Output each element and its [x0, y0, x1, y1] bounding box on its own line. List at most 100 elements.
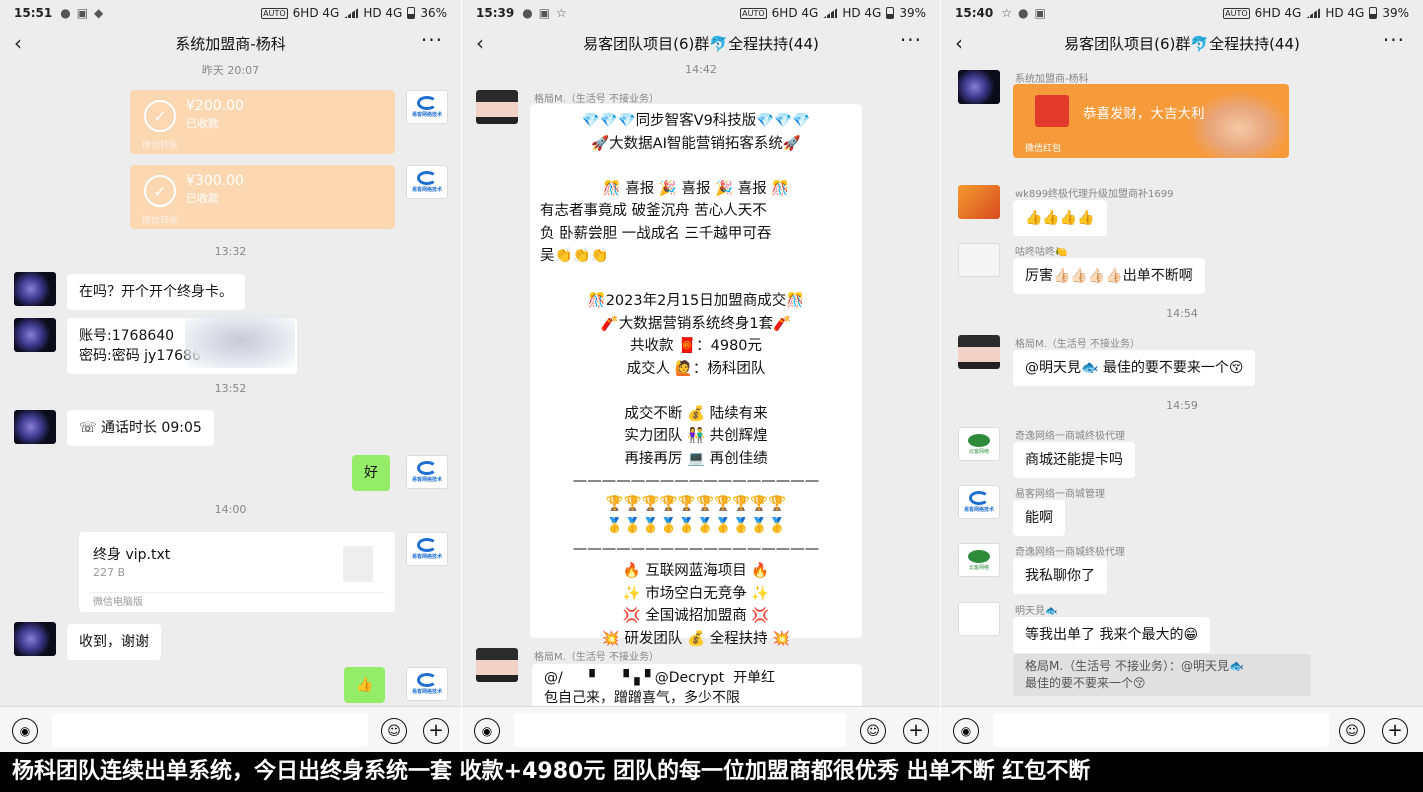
sender-name: wk899终极代理升级加盟商补1699 [1015, 189, 1174, 200]
screenshot-collage: 15:51 ● ▣ ◆ AUTO 6HD 4G HD 4G 36% ‹ 系统加盟… [0, 0, 1423, 792]
red-packet[interactable]: 恭喜发财，大吉大利 微信红包 [1013, 84, 1289, 158]
status-time: 15:39 [476, 6, 515, 20]
logo-icon [417, 673, 437, 687]
emoji-icon[interactable]: ☺ [1339, 718, 1365, 744]
post-line: 🥇🥇🥇🥇🥇🥇🥇🥇🥇🥇 [605, 518, 787, 534]
message-bubble[interactable]: 好 [352, 455, 390, 491]
caption-banner: 杨科团队连续出单系统，今日出终身系统一套 收款+4980元 团队的每一位加盟商都… [0, 752, 1423, 792]
avatar[interactable]: 云客网络 [958, 543, 1000, 577]
timestamp: 14:42 [685, 63, 717, 76]
avatar[interactable]: 易客网络技术 [406, 532, 448, 566]
status-bar: 15:51 ● ▣ ◆ AUTO 6HD 4G HD 4G 36% [0, 0, 461, 26]
sender-name: 奇逸网络一商城终极代理 [1015, 547, 1125, 558]
file-message[interactable]: 终身 vip.txt 227 B 微信电脑版 [79, 532, 395, 612]
emoji-icon[interactable]: ☺ [381, 718, 407, 744]
wechat-icon: ● [1017, 6, 1029, 20]
network-label: 6HD 4G [1254, 6, 1302, 20]
avatar[interactable] [14, 272, 56, 306]
post-line: ————————————————— [572, 473, 820, 489]
post-line: 💢 全国诚招加盟商 💢 [622, 608, 770, 624]
plus-icon[interactable]: + [1382, 718, 1408, 744]
more-icon[interactable]: ··· [900, 28, 922, 52]
back-icon[interactable]: ‹ [955, 31, 963, 55]
avatar[interactable] [14, 318, 56, 352]
logo-icon [417, 538, 437, 552]
more-icon[interactable]: ··· [1383, 28, 1405, 52]
avatar[interactable]: 易客网络技术 [406, 90, 448, 124]
message-icon: ▣ [1034, 6, 1046, 20]
logo-icon [417, 96, 437, 110]
avatar[interactable]: 易客网络技术 [406, 667, 448, 701]
network-label-2: HD 4G [1325, 6, 1365, 20]
back-icon[interactable]: ‹ [14, 31, 22, 55]
back-icon[interactable]: ‹ [476, 31, 484, 55]
voice-icon[interactable]: ◉ [12, 718, 38, 744]
message-bubble[interactable]: @/ ▘ ▝▗▝ @Decrypt 开单红 包自己来，蹭蹭喜气，多少不限 [532, 664, 862, 712]
avatar[interactable] [958, 335, 1000, 369]
avatar[interactable] [14, 622, 56, 656]
transfer-card[interactable]: ✓ ¥200.00 已收款 微信转账 [130, 90, 395, 154]
quoted-reply[interactable]: 格局M.（生活号 不接业务）：@明天見🐟 最佳的要不要来一个😚 [1013, 654, 1311, 696]
sender-name: 明天見🐟 [1015, 606, 1058, 617]
network-label: 6HD 4G [771, 6, 819, 20]
chat-title-bar: ‹ 系统加盟商-杨科 ··· [0, 26, 461, 60]
chat-title: 易客团队项目(6)群🐬全程扶持(44) [583, 34, 819, 53]
input-bar: ◉ ☺ + [0, 706, 461, 752]
avatar[interactable] [958, 185, 1000, 219]
message-bubble[interactable]: 我私聊你了 [1013, 558, 1107, 594]
avatar[interactable]: 易客网络技术 [958, 485, 1000, 519]
avatar[interactable] [958, 243, 1000, 277]
avatar[interactable]: 云客网络 [958, 427, 1000, 461]
call-bubble[interactable]: ☏ 通话时长 09:05 [67, 410, 214, 446]
post-line: 🔥 互联网蓝海项目 🔥 [622, 563, 770, 579]
timestamp: 13:52 [214, 382, 247, 395]
transfer-card[interactable]: ✓ ¥300.00 已收款 微信转账 [130, 165, 395, 229]
avatar[interactable]: 易客网络技术 [406, 165, 448, 199]
message-bubble[interactable]: @明天見🐟 最佳的要不要来一个😚 [1013, 350, 1256, 386]
avatar[interactable] [958, 70, 1000, 104]
signal-icon [823, 8, 838, 18]
avatar[interactable]: 易客网络技术 [406, 455, 448, 489]
avatar[interactable] [476, 90, 518, 124]
red-packet-label: 微信红包 [1025, 144, 1062, 154]
timestamp: 14:00 [214, 503, 247, 516]
more-icon[interactable]: ··· [421, 28, 443, 52]
status-bar: 15:40 ☆ ● ▣ AUTO 6HD 4G HD 4G 39% [941, 0, 1423, 26]
message-bubble[interactable]: 能啊 [1013, 500, 1065, 536]
message-bubble[interactable]: 👍👍👍👍 [1013, 200, 1107, 236]
auto-icon: AUTO [261, 7, 288, 19]
message-bubble[interactable]: 等我出单了 我来个最大的😁 [1013, 617, 1211, 653]
battery-level: 39% [1382, 6, 1409, 20]
message-input[interactable] [52, 713, 368, 747]
plus-icon[interactable]: + [903, 718, 929, 744]
voice-icon[interactable]: ◉ [474, 718, 500, 744]
avatar[interactable] [958, 602, 1000, 636]
post-line: 实力团队 👫 共创辉煌 [624, 428, 768, 444]
message-bubble[interactable]: 商城还能提卡吗 [1013, 442, 1135, 478]
star-icon: ☆ [556, 6, 567, 20]
message-bubble[interactable]: 在吗？开个开个终身卡。 [67, 274, 245, 310]
announcement-post[interactable]: 💎💎💎同步智客V9科技版💎💎💎 🚀大数据AI智能营销拓客系统🚀 🎊 喜报 🎉 喜… [530, 104, 862, 647]
avatar[interactable] [14, 410, 56, 444]
post-line: 💎💎💎同步智客V9科技版💎💎💎 [581, 113, 811, 129]
timestamp: 13:32 [214, 245, 247, 258]
check-circle-icon: ✓ [144, 100, 176, 132]
file-source: 微信电脑版 [93, 597, 143, 608]
message-input[interactable] [993, 713, 1329, 747]
emoji-icon[interactable]: ☺ [860, 718, 886, 744]
battery-level: 39% [899, 6, 926, 20]
sender-name: 格局M.（生活号 不接业务） [534, 94, 659, 105]
sender-name: 奇逸网络一商城终极代理 [1015, 431, 1125, 442]
message-input[interactable] [514, 713, 846, 747]
thumb-bubble[interactable]: 👍 [344, 667, 386, 703]
post-line: 再接再厉 💻 再创佳绩 [624, 450, 768, 467]
shield-icon: ◆ [94, 6, 104, 20]
message-bubble[interactable]: 收到，谢谢 [67, 624, 161, 660]
message-bubble[interactable]: 厉害👍🏻👍🏻👍🏻👍🏻出单不断啊 [1013, 258, 1205, 294]
chat-panel-1: 15:51 ● ▣ ◆ AUTO 6HD 4G HD 4G 36% ‹ 系统加盟… [0, 0, 461, 752]
red-envelope-icon [1035, 95, 1069, 127]
avatar[interactable] [476, 648, 518, 682]
voice-icon[interactable]: ◉ [953, 718, 979, 744]
sender-name: 易客网络一商城管理 [1015, 489, 1105, 500]
plus-icon[interactable]: + [423, 718, 449, 744]
